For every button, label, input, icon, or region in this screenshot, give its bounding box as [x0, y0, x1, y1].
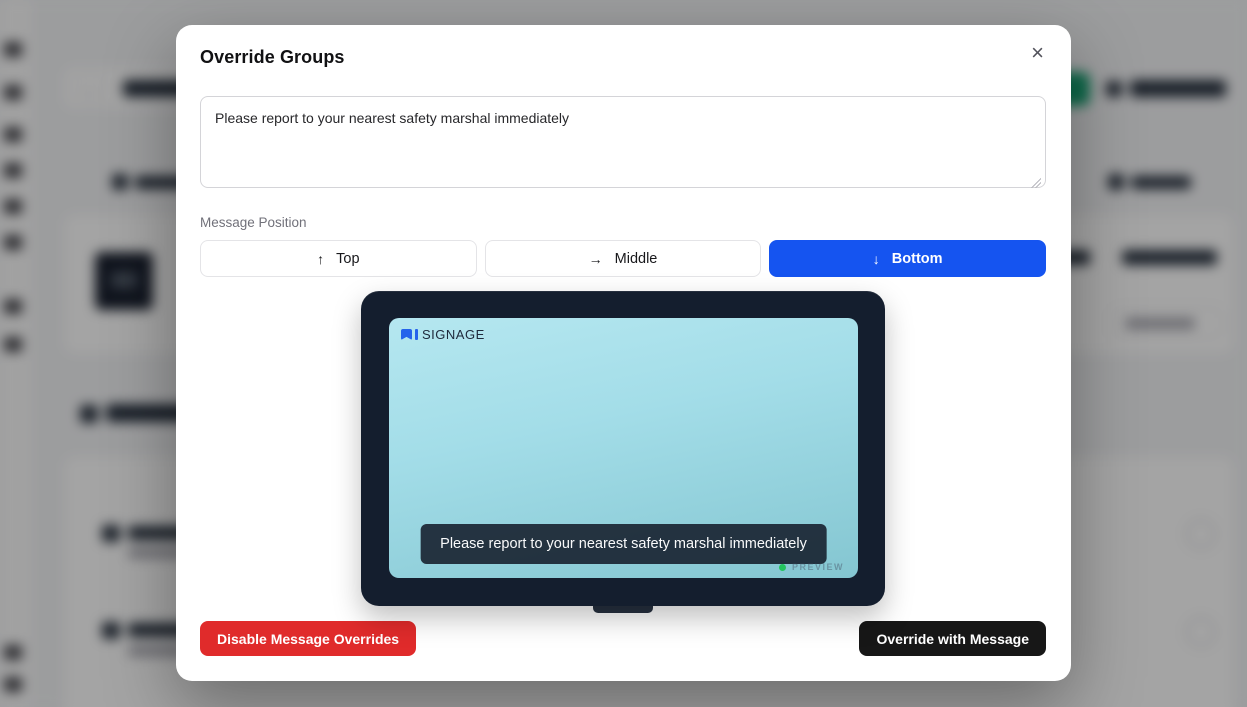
override-groups-modal: Override Groups × Please report to your … [176, 25, 1071, 681]
preview-status-label: PREVIEW [792, 562, 844, 572]
preview-status: PREVIEW [779, 562, 844, 572]
modal-title: Override Groups [200, 47, 345, 68]
tv-frame: SIGNAGE Please report to your nearest sa… [361, 291, 885, 606]
position-button-group: ↑ Top → Middle ↓ Bottom [200, 240, 1046, 277]
arrow-up-icon: ↑ [317, 251, 324, 267]
pisignage-logo: SIGNAGE [401, 327, 485, 342]
tv-screen: SIGNAGE Please report to your nearest sa… [389, 318, 858, 578]
message-input-wrapper: Please report to your nearest safety mar… [200, 96, 1046, 215]
position-middle-label: Middle [615, 251, 658, 267]
modal-footer: Disable Message Overrides Override with … [200, 621, 1046, 656]
pisignage-logo-text: SIGNAGE [422, 327, 485, 342]
override-with-message-button[interactable]: Override with Message [859, 621, 1046, 656]
position-top-label: Top [336, 251, 359, 267]
message-position-label: Message Position [200, 215, 1046, 230]
pisignage-bar-icon [415, 329, 418, 340]
arrow-right-icon: → [589, 251, 603, 267]
arrow-down-icon: ↓ [873, 251, 880, 267]
position-top-button[interactable]: ↑ Top [200, 240, 477, 277]
position-bottom-button[interactable]: ↓ Bottom [769, 240, 1046, 277]
modal-header: Override Groups × [200, 47, 1046, 68]
close-icon[interactable]: × [1031, 45, 1044, 61]
pisignage-flag-icon [401, 329, 412, 340]
tv-preview: SIGNAGE Please report to your nearest sa… [200, 291, 1046, 613]
message-input[interactable]: Please report to your nearest safety mar… [200, 96, 1046, 188]
disable-message-overrides-button[interactable]: Disable Message Overrides [200, 621, 416, 656]
position-bottom-label: Bottom [892, 251, 943, 267]
status-dot-icon [779, 564, 786, 571]
preview-message-bar: Please report to your nearest safety mar… [420, 524, 827, 564]
position-middle-button[interactable]: → Middle [485, 240, 762, 277]
